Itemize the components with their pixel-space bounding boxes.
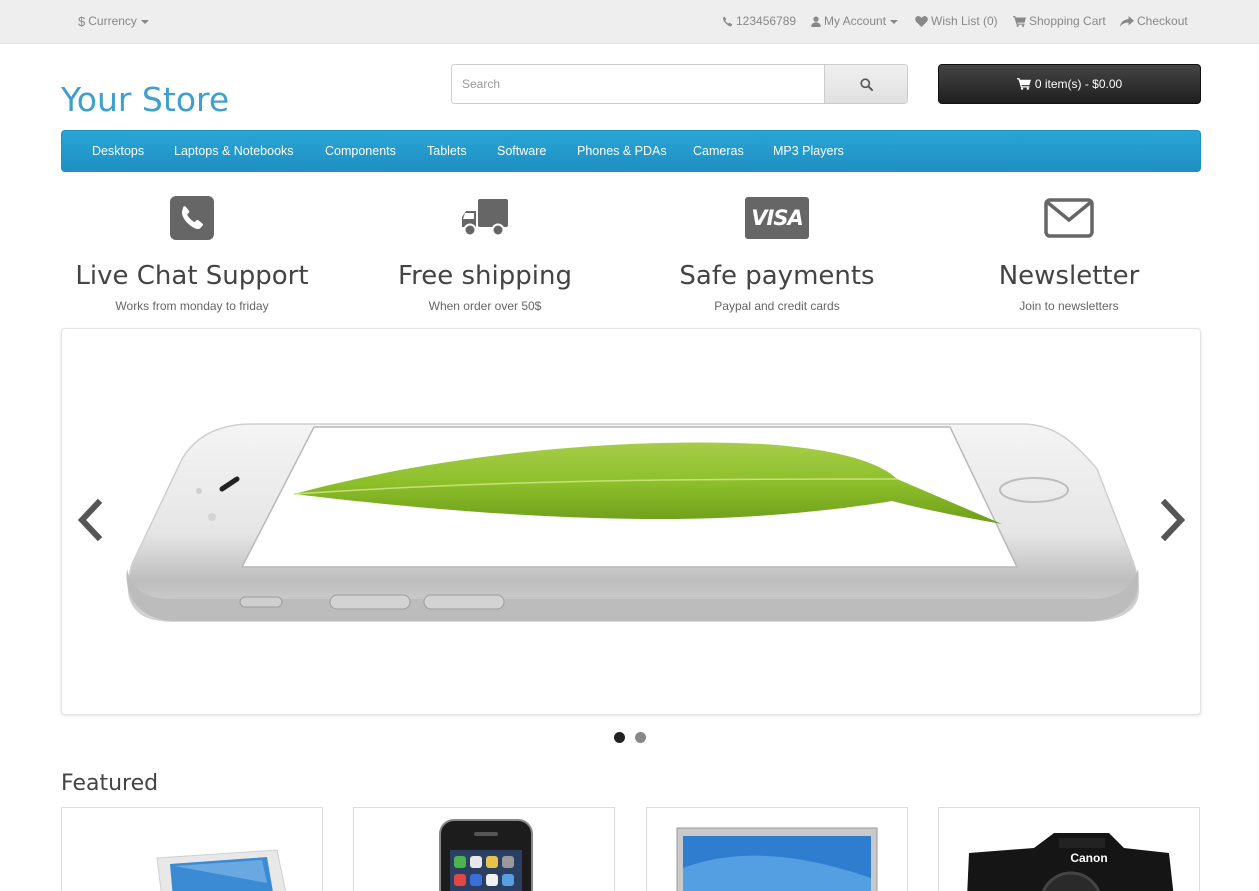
- menu-item-software[interactable]: Software: [497, 144, 546, 158]
- phone-icon: [170, 196, 214, 240]
- currency-symbol: $: [78, 13, 86, 29]
- cart-button[interactable]: 0 item(s) - $0.00: [938, 64, 1201, 104]
- search-input[interactable]: [452, 65, 824, 103]
- shopping-cart-icon: [1013, 15, 1026, 27]
- feature-subtitle: Paypal and credit cards: [714, 299, 840, 313]
- feature-newsletter: Newsletter Join to newsletters: [929, 190, 1209, 313]
- menu-item-components[interactable]: Components: [325, 144, 396, 158]
- feature-subtitle: Join to newsletters: [1019, 299, 1119, 313]
- chevron-left-icon[interactable]: [76, 499, 104, 541]
- product-image-laptop: [156, 849, 287, 891]
- product-card[interactable]: [646, 807, 908, 891]
- top-bar: $ Currency 123456789 My Account Wish Lis…: [0, 0, 1259, 44]
- heart-icon: [915, 15, 928, 27]
- chevron-down-icon: [890, 19, 899, 24]
- featured-heading: Featured: [61, 771, 159, 796]
- svg-text:Canon: Canon: [1070, 851, 1107, 865]
- user-icon: [811, 15, 821, 27]
- product-card[interactable]: [353, 807, 615, 891]
- wish-list-label: Wish List (0): [931, 14, 998, 28]
- visa-icon: VISA: [745, 197, 809, 239]
- wish-list-link[interactable]: Wish List (0): [915, 12, 998, 30]
- menu-item-mp3-players[interactable]: MP3 Players: [773, 144, 844, 158]
- slider-dot-2[interactable]: [635, 732, 646, 743]
- menu-item-tablets[interactable]: Tablets: [427, 144, 467, 158]
- shopping-cart-label: Shopping Cart: [1029, 14, 1106, 28]
- product-card[interactable]: [61, 807, 323, 891]
- feature-live-chat: Live Chat Support Works from monday to f…: [52, 190, 332, 313]
- currency-dropdown[interactable]: $ Currency: [78, 12, 149, 30]
- share-arrow-icon: [1120, 15, 1134, 27]
- truck-icon: [462, 199, 508, 237]
- shopping-cart-link[interactable]: Shopping Cart: [1013, 12, 1106, 30]
- product-image-camera: Canon: [967, 833, 1174, 891]
- phone-number: 123456789: [736, 14, 797, 28]
- chevron-down-icon: [140, 19, 149, 24]
- phone-link[interactable]: 123456789: [722, 12, 796, 30]
- product-card[interactable]: Canon: [938, 807, 1200, 891]
- product-image-phone: [439, 819, 533, 891]
- envelope-icon: [1044, 198, 1094, 238]
- phone-icon: [723, 16, 733, 26]
- shopping-cart-icon: [1016, 78, 1031, 90]
- cart-label: 0 item(s) - $0.00: [1034, 77, 1123, 91]
- feature-title: Free shipping: [398, 261, 572, 291]
- hero-slider: [61, 328, 1201, 715]
- search-icon: [860, 77, 873, 91]
- menu-item-desktops[interactable]: Desktops: [92, 144, 144, 158]
- my-account-dropdown[interactable]: My Account: [811, 12, 899, 30]
- my-account-label: My Account: [824, 14, 887, 28]
- feature-title: Newsletter: [998, 261, 1140, 291]
- store-logo[interactable]: Your Store: [61, 80, 229, 119]
- visa-text: VISA: [751, 206, 803, 230]
- chevron-right-icon[interactable]: [1159, 499, 1187, 541]
- feature-free-shipping: Free shipping When order over 50$: [345, 190, 625, 313]
- feature-safe-payments: VISA Safe payments Paypal and credit car…: [637, 190, 917, 313]
- checkout-link[interactable]: Checkout: [1120, 12, 1188, 30]
- slider-pagination: [614, 732, 646, 743]
- menu-item-laptops-notebooks[interactable]: Laptops & Notebooks: [174, 144, 294, 158]
- currency-label: Currency: [88, 14, 137, 28]
- feature-subtitle: When order over 50$: [428, 299, 542, 313]
- feature-title: Live Chat Support: [75, 261, 309, 291]
- search-button[interactable]: [824, 65, 907, 103]
- feature-subtitle: Works from monday to friday: [115, 299, 269, 313]
- menu-item-cameras[interactable]: Cameras: [693, 144, 744, 158]
- product-image-monitor: [676, 827, 878, 891]
- checkout-label: Checkout: [1137, 14, 1188, 28]
- search-bar: [451, 64, 908, 104]
- main-menu: Desktops Laptops & Notebooks Components …: [61, 130, 1201, 172]
- menu-item-phones-pdas[interactable]: Phones & PDAs: [577, 144, 667, 158]
- feature-title: Safe payments: [679, 261, 875, 291]
- slider-dot-1[interactable]: [614, 732, 625, 743]
- slide-image-iphone: [126, 423, 1140, 622]
